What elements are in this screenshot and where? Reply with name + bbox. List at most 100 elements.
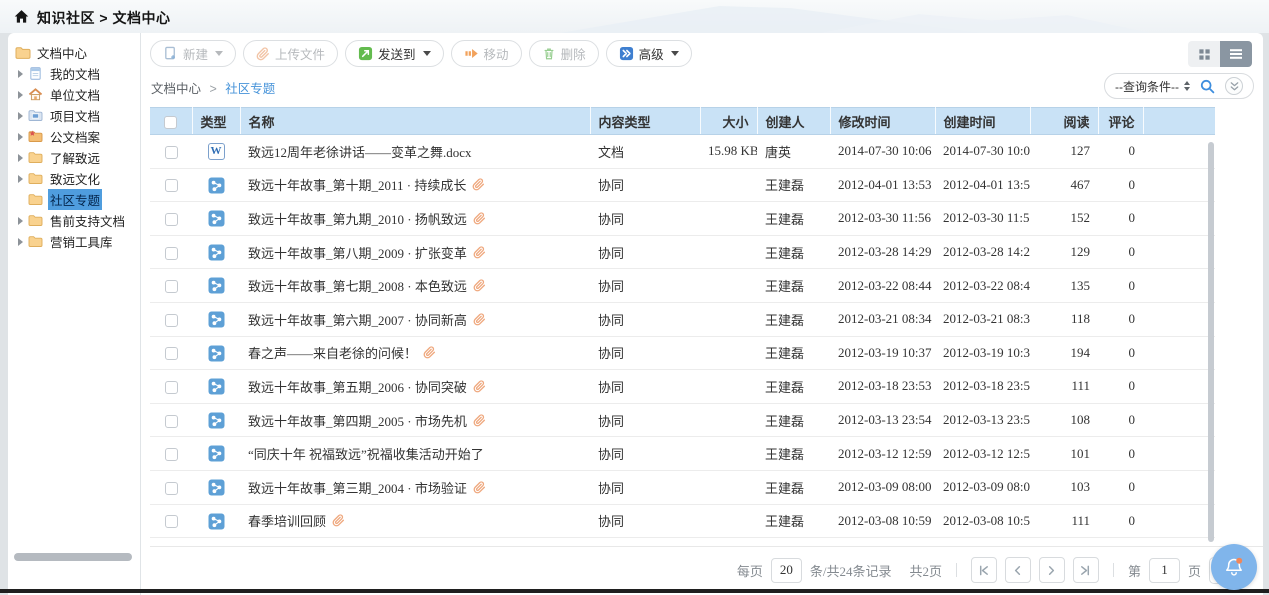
breadcrumb-parent[interactable]: 文档中心 [151,82,201,96]
row-checkbox[interactable] [165,179,178,192]
next-page-button[interactable] [1039,557,1065,583]
advanced-button[interactable]: 高级 [606,40,692,67]
sidebar-item-label[interactable]: 公文档案 [48,126,102,147]
row-checkbox[interactable] [165,280,178,293]
expand-arrow-icon[interactable] [18,112,23,120]
sidebar-item-root[interactable]: 文档中心 [8,42,140,63]
table-row[interactable]: W 致远十年故事_第十期_2011 · 持续成长 [150,168,1215,202]
document-name-link[interactable]: 春之声——来自老徐的问候！ [248,343,417,362]
row-checkbox[interactable] [165,314,178,327]
sidebar-item-label[interactable]: 我的文档 [48,63,102,84]
document-name-link[interactable]: 致远十年故事_第九期_2010 · 扬帆致远 [248,209,467,228]
expand-search-options-button[interactable] [1225,77,1243,95]
document-name-link[interactable]: 春季培训回顾 [248,511,326,530]
filter-select[interactable]: --查询条件-- [1115,78,1190,95]
document-name-link[interactable]: 致远十年故事_第四期_2005 · 市场先机 [248,411,467,430]
cell-comments: 0 [1098,235,1143,269]
sidebar-item[interactable]: 了解致远 [8,147,140,168]
upload-file-button[interactable]: 上传文件 [243,40,338,67]
sidebar-item-label[interactable]: 单位文档 [48,84,102,105]
document-name-link[interactable]: 致远十年故事_第十期_2011 · 持续成长 [248,175,466,194]
list-view-button[interactable] [1220,41,1252,67]
sidebar-item-label[interactable]: 营销工具库 [48,231,115,252]
col-header-spacer [1143,108,1215,135]
sidebar-item-label[interactable]: 社区专题 [48,189,102,210]
sidebar-item[interactable]: 我的文档 [8,63,140,84]
last-page-button[interactable] [1073,557,1099,583]
expand-arrow-icon[interactable] [18,238,23,246]
cell-spacer [1143,470,1215,504]
row-checkbox[interactable] [165,247,178,260]
sidebar-item[interactable]: 公文档案 [8,126,140,147]
search-icon[interactable] [1199,78,1216,95]
cell-comments: 0 [1098,403,1143,437]
table-row[interactable]: W 致远十年故事_第五期_2006 · 协同突破 [150,370,1215,404]
first-page-button[interactable] [971,557,997,583]
row-checkbox[interactable] [165,381,178,394]
sidebar-item-label[interactable]: 了解致远 [48,147,102,168]
table-row[interactable]: W 致远十年故事_第七期_2008 · 本色致远 [150,269,1215,303]
document-name-link[interactable]: 致远十年故事_第六期_2007 · 协同新高 [248,310,467,329]
table-row[interactable]: W “同庆十年 祝福致远”祝福收集活动开始了 [150,437,1215,471]
table-row[interactable]: W 致远12周年老徐讲话——变革之舞.docx [150,135,1215,169]
table-row[interactable]: W 致远十年故事_第八期_2009 · 扩张变革 [150,235,1215,269]
table-row[interactable]: W 春季培训回顾 [150,504,1215,538]
cell-size [700,168,757,202]
row-checkbox[interactable] [165,515,178,528]
sidebar-item[interactable]: 营销工具库 [8,231,140,252]
table-row[interactable]: W 致远十年故事_第三期_2004 · 市场验证 [150,470,1215,504]
table-row[interactable]: W 春之声——来自老徐的问候！ [150,336,1215,370]
per-page-input[interactable] [771,558,802,583]
table-vertical-scrollbar[interactable] [1208,142,1214,542]
table-row[interactable]: W 致远十年故事_第九期_2010 · 扬帆致远 [150,202,1215,236]
prev-page-button[interactable] [1005,557,1031,583]
row-checkbox[interactable] [165,213,178,226]
divider [1113,563,1114,577]
page-number-input[interactable] [1149,558,1180,583]
cell-reads: 101 [1030,437,1098,471]
sidebar-item[interactable]: 致远文化 [8,168,140,189]
row-checkbox[interactable] [165,482,178,495]
document-name-link[interactable]: 致远十年故事_第七期_2008 · 本色致远 [248,276,467,295]
expand-arrow-icon[interactable] [18,175,23,183]
table-row[interactable]: W 致远十年故事_第四期_2005 · 市场先机 [150,403,1215,437]
new-button[interactable]: 新建 [150,40,236,67]
sidebar-item[interactable]: 单位文档 [8,84,140,105]
expand-arrow-icon[interactable] [18,70,23,78]
expand-arrow-icon[interactable] [18,133,23,141]
send-to-button[interactable]: 发送到 [345,40,444,67]
document-name-link[interactable]: 致远12周年老徐讲话——变革之舞.docx [248,142,472,161]
sidebar-item[interactable]: 社区专题 [8,189,140,210]
sidebar-item[interactable]: 售前支持文档 [8,210,140,231]
move-button[interactable]: 移动 [451,40,522,67]
notification-bell-button[interactable] [1211,544,1257,590]
table-row[interactable]: W 致远十年故事_第六期_2007 · 协同新高 [150,302,1215,336]
document-name-link[interactable]: “同庆十年 祝福致远”祝福收集活动开始了 [248,444,484,463]
expand-arrow-icon[interactable] [18,217,23,225]
row-checkbox[interactable] [165,415,178,428]
sidebar-item-label[interactable]: 售前支持文档 [48,210,127,231]
folder-icon [28,193,43,206]
document-name-link[interactable]: 致远十年故事_第三期_2004 · 市场验证 [248,478,467,497]
document-name-link[interactable]: 致远十年故事_第五期_2006 · 协同突破 [248,377,467,396]
row-checkbox[interactable] [165,146,178,159]
select-all-checkbox[interactable] [164,116,177,129]
row-checkbox[interactable] [165,347,178,360]
document-name-link[interactable]: 致远十年故事_第八期_2009 · 扩张变革 [248,243,467,262]
cell-comments: 0 [1098,168,1143,202]
sidebar-horizontal-scrollbar[interactable] [14,553,132,561]
cell-modified-time: 2012-03-30 11:56 [830,202,935,236]
cell-spacer [1143,135,1215,169]
cell-reads: 103 [1030,470,1098,504]
delete-button[interactable]: 删除 [529,40,599,67]
cell-modified-time: 2012-03-18 23:53 [830,370,935,404]
sidebar-item-label[interactable]: 致远文化 [48,168,102,189]
home-icon[interactable] [14,9,29,24]
expand-arrow-icon[interactable] [18,154,23,162]
cell-creator: 王建磊 [757,336,830,370]
sidebar-item-label[interactable]: 项目文档 [48,105,102,126]
grid-view-button[interactable] [1188,41,1220,67]
row-checkbox[interactable] [165,448,178,461]
sidebar-item[interactable]: 项目文档 [8,105,140,126]
expand-arrow-icon[interactable] [18,91,23,99]
